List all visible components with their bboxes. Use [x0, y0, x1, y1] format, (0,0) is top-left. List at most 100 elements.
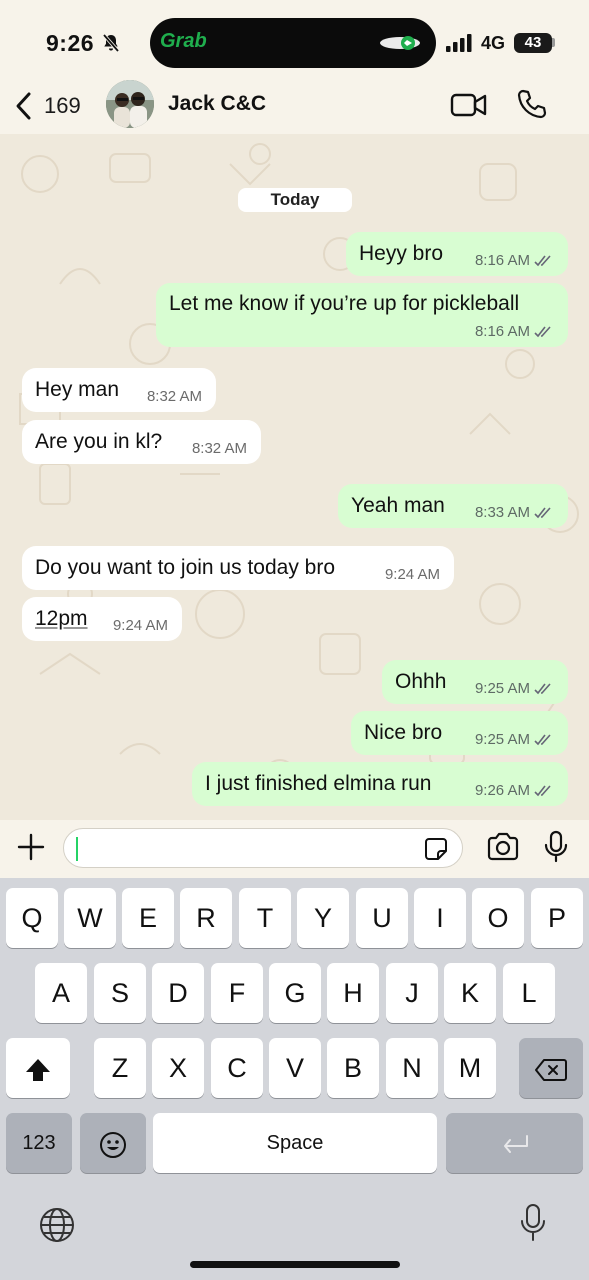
message-outgoing[interactable]: Heyy bro 8:16 AM — [346, 232, 568, 276]
grab-logo: Grab — [160, 30, 207, 52]
message-text: Hey man — [35, 378, 120, 401]
key-t[interactable]: T — [239, 888, 291, 948]
message-text: Heyy bro — [359, 242, 444, 265]
read-receipt-icon — [534, 785, 551, 797]
key-v[interactable]: V — [269, 1038, 321, 1098]
message-text: Yeah man — [351, 494, 445, 517]
message-time: 8:33 AM — [474, 504, 530, 521]
key-r[interactable]: R — [180, 888, 232, 948]
read-receipt-icon — [534, 326, 551, 338]
message-time: 9:25 AM — [474, 731, 530, 748]
message-time: 9:26 AM — [474, 782, 530, 799]
key-b[interactable]: B — [327, 1038, 379, 1098]
message-outgoing[interactable]: Nice bro 9:25 AM — [351, 711, 568, 755]
video-call-icon[interactable] — [450, 90, 488, 120]
dictation-mic-icon[interactable] — [520, 1203, 546, 1243]
shift-icon — [26, 1058, 50, 1081]
message-incoming[interactable]: Hey man 8:32 AM — [22, 368, 216, 412]
phone-call-icon[interactable] — [516, 88, 548, 120]
key-k[interactable]: K — [444, 963, 496, 1023]
chevron-left-icon — [16, 92, 31, 120]
key-d[interactable]: D — [152, 963, 204, 1023]
message-incoming[interactable]: Are you in kl? 8:32 AM — [22, 420, 261, 464]
key-l[interactable]: L — [503, 963, 555, 1023]
key-y[interactable]: Y — [297, 888, 349, 948]
avatar-photo — [106, 80, 154, 128]
message-time: 9:24 AM — [112, 617, 168, 634]
dynamic-island[interactable]: Grab — [150, 18, 436, 68]
message-time: 8:32 AM — [146, 388, 202, 405]
text-caret — [76, 837, 78, 861]
message-input[interactable] — [63, 828, 463, 868]
read-receipt-icon — [534, 683, 551, 695]
message-time: 9:24 AM — [384, 566, 440, 583]
key-x[interactable]: X — [152, 1038, 204, 1098]
microphone-icon[interactable] — [543, 830, 569, 864]
message-time: 8:16 AM — [474, 323, 530, 340]
contact-name[interactable]: Jack C&C — [168, 92, 266, 116]
key-o[interactable]: O — [472, 888, 524, 948]
date-separator: Today — [238, 188, 352, 212]
status-bar: 9:26 Grab 4G 43 — [0, 0, 589, 80]
back-button[interactable]: 169 — [14, 88, 81, 124]
message-text[interactable]: 12pm — [35, 607, 88, 630]
key-h[interactable]: H — [327, 963, 379, 1023]
message-text: Let me know if you’re up for pickleball — [169, 292, 520, 315]
key-g[interactable]: G — [269, 963, 321, 1023]
key-w[interactable]: W — [64, 888, 116, 948]
shift-key[interactable] — [6, 1038, 70, 1098]
message-incoming[interactable]: Do you want to join us today bro 9:24 AM — [22, 546, 454, 590]
key-e[interactable]: E — [122, 888, 174, 948]
camera-icon[interactable] — [486, 832, 520, 862]
key-i[interactable]: I — [414, 888, 466, 948]
message-time: 9:25 AM — [474, 680, 530, 697]
numbers-key[interactable]: 123 — [6, 1113, 72, 1173]
globe-icon[interactable] — [38, 1206, 76, 1244]
message-text: Nice bro — [364, 721, 443, 744]
message-outgoing[interactable]: Let me know if you’re up for pickleball … — [156, 283, 568, 347]
key-z[interactable]: Z — [94, 1038, 146, 1098]
return-key[interactable] — [446, 1113, 583, 1173]
message-text: I just finished elmina run — [205, 772, 432, 795]
key-q[interactable]: Q — [6, 888, 58, 948]
delete-key[interactable] — [519, 1038, 583, 1098]
unread-count: 169 — [44, 93, 81, 118]
message-text: Ohhh — [395, 670, 447, 693]
network-type: 4G — [481, 33, 506, 53]
key-u[interactable]: U — [356, 888, 408, 948]
key-s[interactable]: S — [94, 963, 146, 1023]
key-p[interactable]: P — [531, 888, 583, 948]
read-receipt-icon — [534, 734, 551, 746]
read-receipt-icon — [534, 507, 551, 519]
contact-avatar[interactable] — [106, 80, 154, 128]
chat-header: 169 Jack C&C — [0, 78, 589, 134]
sticker-icon[interactable] — [424, 837, 448, 861]
emoji-key[interactable] — [80, 1113, 146, 1173]
grab-bike-icon — [380, 36, 420, 50]
message-time: 8:32 AM — [191, 440, 247, 457]
message-text: Do you want to join us today bro — [35, 556, 336, 579]
key-m[interactable]: M — [444, 1038, 496, 1098]
keyboard: Q W E R T Y U I O P A S D F G H J K L Z … — [0, 878, 589, 1280]
battery-level: 43 — [514, 33, 552, 53]
message-outgoing[interactable]: Ohhh 9:25 AM — [382, 660, 568, 704]
message-outgoing[interactable]: I just finished elmina run 9:26 AM — [192, 762, 568, 806]
space-key[interactable]: Space — [153, 1113, 437, 1173]
emoji-icon — [100, 1131, 126, 1158]
key-a[interactable]: A — [35, 963, 87, 1023]
key-c[interactable]: C — [211, 1038, 263, 1098]
message-text: Are you in kl? — [35, 430, 163, 453]
return-icon — [503, 1134, 528, 1153]
battery-tip — [552, 38, 555, 47]
message-outgoing[interactable]: Yeah man 8:33 AM — [338, 484, 568, 528]
message-input-bar — [0, 820, 589, 878]
message-incoming[interactable]: 12pm 9:24 AM — [22, 597, 182, 641]
key-f[interactable]: F — [211, 963, 263, 1023]
key-n[interactable]: N — [386, 1038, 438, 1098]
home-indicator[interactable] — [190, 1261, 400, 1268]
chat-area[interactable]: Today Heyy bro 8:16 AM Let me know if yo… — [0, 134, 589, 820]
plus-icon[interactable] — [16, 832, 46, 862]
read-receipt-icon — [534, 255, 551, 267]
key-j[interactable]: J — [386, 963, 438, 1023]
cellular-signal-icon — [446, 34, 472, 52]
